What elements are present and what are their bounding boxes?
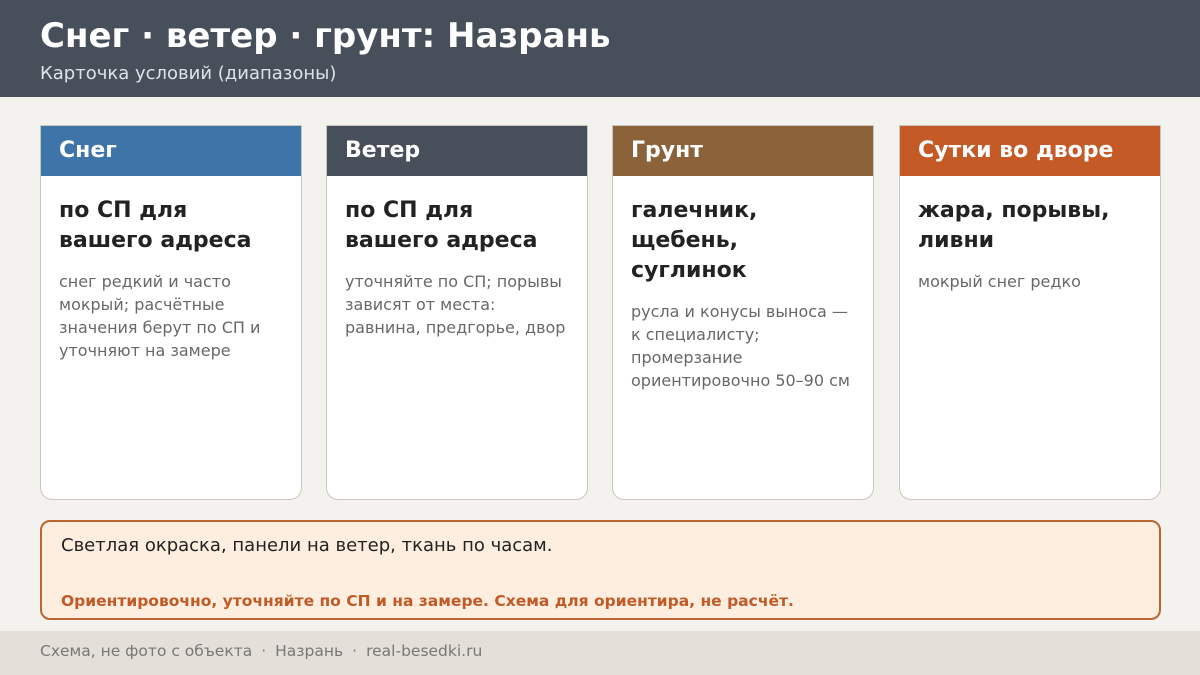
card-body: галечник, щебень, суглинок русла и конус… (613, 176, 873, 392)
card-snow: Снег по СП для вашего адреса снег редкий… (40, 125, 302, 500)
card-body: по СП для вашего адреса снег редкий и ча… (41, 176, 301, 362)
condition-cards: Снег по СП для вашего адреса снег редкий… (40, 125, 1161, 500)
card-value: галечник, щебень, суглинок (631, 198, 758, 283)
card-wind: Ветер по СП для вашего адреса уточняйте … (326, 125, 588, 500)
card-value: по СП для вашего адреса (345, 198, 538, 253)
footer-separator: · (261, 642, 267, 660)
footer-city: Назрань (275, 642, 344, 660)
card-title: Снег (41, 126, 301, 176)
card-title: Грунт (613, 126, 873, 176)
page-title: Снег · ветер · грунт: Назрань (40, 16, 611, 56)
card-title: Ветер (327, 126, 587, 176)
card-soil: Грунт галечник, щебень, суглинок русла и… (612, 125, 874, 500)
footer-separator: · (352, 642, 358, 660)
card-value: жара, порывы, ливни (918, 198, 1110, 253)
page-footer: Схема, не фото с объекта · Назрань · real-be… (0, 631, 1200, 675)
page-header: Снег · ветер · грунт: Назрань Карточка у… (0, 0, 1200, 97)
page-subtitle: Карточка условий (диапазоны) (40, 63, 337, 84)
card-note: мокрый снег редко (918, 272, 1081, 291)
card-title: Сутки во дворе (900, 126, 1160, 176)
card-note: уточняйте по СП; порывы зависят от места… (345, 272, 566, 337)
card-value: по СП для вашего адреса (59, 198, 252, 253)
disclaimer-text: Ориентировочно, уточняйте по СП и на зам… (61, 592, 794, 610)
footer-site-link[interactable]: real-besedki.ru (366, 642, 482, 660)
card-day-outdoors: Сутки во дворе жара, порывы, ливни мокры… (899, 125, 1161, 500)
card-note: снег редкий и часто мокрый; расчётные зн… (59, 272, 261, 360)
footer-caption: Схема, не фото с объекта (40, 642, 253, 660)
recommendation-box: Светлая окраска, панели на ветер, ткань … (40, 520, 1161, 620)
card-body: по СП для вашего адреса уточняйте по СП;… (327, 176, 587, 339)
recommendation-text: Светлая окраска, панели на ветер, ткань … (61, 535, 553, 556)
card-note: русла и конусы выноса — к специалисту; п… (631, 302, 850, 390)
card-body: жара, порывы, ливни мокрый снег редко (900, 176, 1160, 293)
